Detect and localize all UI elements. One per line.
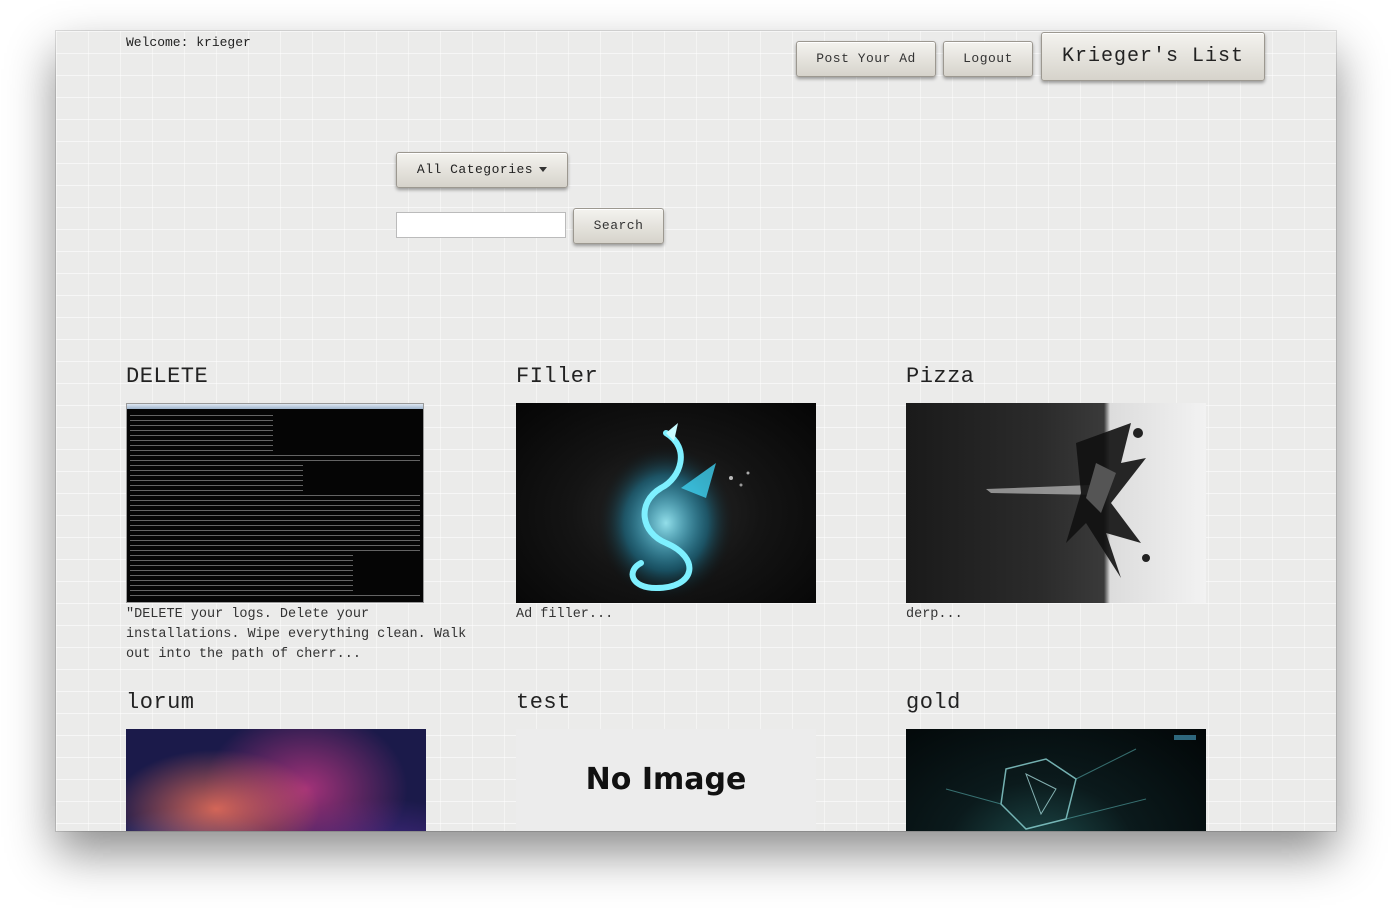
ad-card[interactable]: FIller Ad filler... [516, 364, 876, 625]
ad-thumbnail[interactable] [126, 403, 424, 603]
ad-title[interactable]: Pizza [906, 364, 1266, 390]
ad-description: Ad filler... [516, 607, 614, 622]
ad-thumbnail-placeholder[interactable]: No Image [516, 729, 816, 831]
caret-down-icon [539, 167, 548, 173]
glass-artwork [945, 735, 1196, 830]
ad-title[interactable]: DELETE [126, 364, 486, 390]
search-input[interactable] [396, 212, 566, 238]
category-dropdown-label: All Categories [416, 162, 534, 177]
ad-thumbnail[interactable] [516, 403, 816, 603]
brand-button[interactable]: Krieger's List [1041, 32, 1265, 81]
search-button[interactable]: Search [573, 208, 664, 244]
category-dropdown[interactable]: All Categories [396, 152, 568, 188]
logout-button[interactable]: Logout [943, 41, 1033, 77]
ad-card[interactable]: gold [906, 690, 1266, 831]
post-ad-button[interactable]: Post Your Ad [796, 41, 936, 77]
ad-thumbnail[interactable] [126, 729, 426, 831]
ad-title[interactable]: test [516, 690, 876, 716]
ad-description: derp... [906, 607, 963, 622]
ad-title[interactable]: lorum [126, 690, 486, 716]
ad-title[interactable]: FIller [516, 364, 876, 390]
ad-card[interactable]: lorum [126, 690, 486, 831]
ad-card[interactable]: test No Image [516, 690, 876, 831]
dragon-artwork [596, 423, 750, 603]
ad-description: "DELETE your logs. Delete your installat… [126, 607, 467, 662]
abstract-artwork [986, 423, 1150, 578]
ad-thumbnail[interactable] [906, 403, 1206, 603]
browser-window: Welcome: krieger Post Your Ad Logout Kri… [56, 31, 1336, 831]
ad-card[interactable]: Pizza derp... [906, 364, 1266, 625]
ad-title[interactable]: gold [906, 690, 1266, 716]
welcome-text: Welcome: krieger [126, 35, 251, 50]
ad-card[interactable]: DELETE "DELETE your logs. Delete your in… [126, 364, 486, 665]
ad-thumbnail[interactable] [906, 729, 1206, 831]
